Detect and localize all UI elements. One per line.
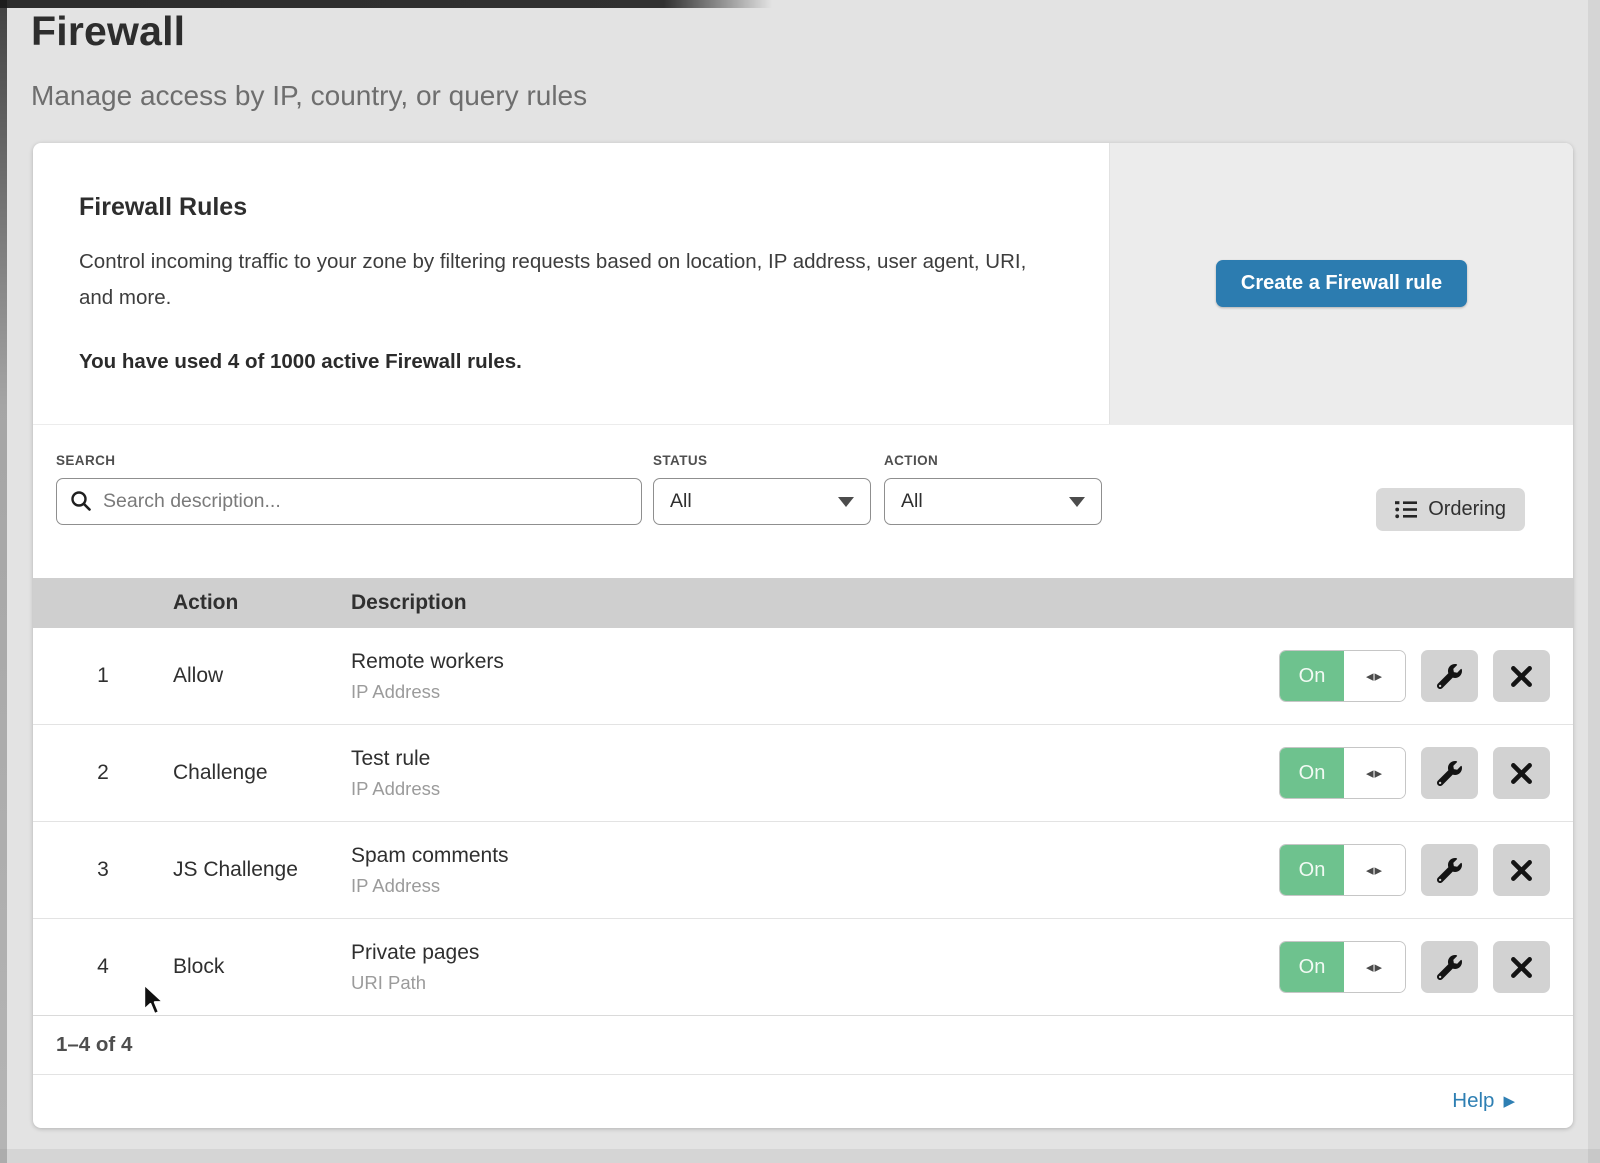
status-select[interactable]: All bbox=[653, 478, 871, 525]
usage-count: You have used 4 of 1000 active Firewall … bbox=[79, 350, 1069, 374]
toggle-on-label[interactable]: On bbox=[1280, 845, 1344, 895]
close-icon bbox=[1510, 956, 1533, 979]
rule-enabled-toggle[interactable]: On ◂▸ bbox=[1279, 844, 1406, 896]
window-edge-top bbox=[0, 0, 772, 8]
table-header: Action Description bbox=[33, 578, 1573, 628]
rules-list: 1 Allow Remote workers IP Address On ◂▸ bbox=[33, 628, 1573, 1016]
rule-enabled-toggle[interactable]: On ◂▸ bbox=[1279, 650, 1406, 702]
delete-rule-button[interactable] bbox=[1493, 844, 1550, 896]
search-icon bbox=[70, 490, 92, 512]
rule-description-cell: Spam comments IP Address bbox=[351, 844, 1279, 897]
page-subtitle: Manage access by IP, country, or query r… bbox=[31, 80, 587, 112]
table-row: 1 Allow Remote workers IP Address On ◂▸ bbox=[33, 628, 1573, 725]
window-edge-left bbox=[0, 0, 7, 1163]
rule-description-cell: Remote workers IP Address bbox=[351, 650, 1279, 703]
rule-match-type: IP Address bbox=[351, 778, 1279, 800]
rule-controls: On ◂▸ bbox=[1279, 650, 1550, 702]
search-label: SEARCH bbox=[56, 453, 642, 468]
wrench-icon bbox=[1437, 955, 1462, 980]
rule-controls: On ◂▸ bbox=[1279, 844, 1550, 896]
window-edge-right bbox=[1588, 0, 1600, 1163]
firewall-rules-card: Firewall Rules Control incoming traffic … bbox=[33, 143, 1573, 1128]
rule-description-cell: Test rule IP Address bbox=[351, 747, 1279, 800]
status-filter-group: STATUS All bbox=[653, 453, 871, 525]
toggle-arrows-icon[interactable]: ◂▸ bbox=[1344, 942, 1405, 992]
pagination-count: 1–4 of 4 bbox=[56, 1033, 132, 1057]
search-input[interactable] bbox=[56, 478, 642, 525]
section-description: Control incoming traffic to your zone by… bbox=[79, 244, 1029, 316]
wrench-icon bbox=[1437, 761, 1462, 786]
wrench-icon bbox=[1437, 664, 1462, 689]
action-select[interactable]: All bbox=[884, 478, 1102, 525]
toggle-arrows-icon[interactable]: ◂▸ bbox=[1344, 651, 1405, 701]
edit-rule-button[interactable] bbox=[1421, 650, 1478, 702]
rule-match-type: IP Address bbox=[351, 875, 1279, 897]
card-top-section: Firewall Rules Control incoming traffic … bbox=[33, 143, 1573, 425]
rule-controls: On ◂▸ bbox=[1279, 747, 1550, 799]
ordering-button-label: Ordering bbox=[1428, 498, 1506, 521]
rule-description: Test rule bbox=[351, 747, 1279, 771]
delete-rule-button[interactable] bbox=[1493, 650, 1550, 702]
toggle-arrows-icon[interactable]: ◂▸ bbox=[1344, 748, 1405, 798]
rule-description-cell: Private pages URI Path bbox=[351, 941, 1279, 994]
action-label: ACTION bbox=[884, 453, 1102, 468]
cta-panel: Create a Firewall rule bbox=[1109, 143, 1573, 424]
section-heading: Firewall Rules bbox=[79, 193, 1069, 222]
description-column-header: Description bbox=[351, 591, 1573, 615]
help-link-label: Help bbox=[1452, 1089, 1494, 1113]
rule-description: Spam comments bbox=[351, 844, 1279, 868]
rule-priority: 2 bbox=[33, 761, 173, 785]
toggle-arrows-icon[interactable]: ◂▸ bbox=[1344, 845, 1405, 895]
rule-enabled-toggle[interactable]: On ◂▸ bbox=[1279, 747, 1406, 799]
table-row: 2 Challenge Test rule IP Address On ◂▸ bbox=[33, 725, 1573, 822]
search-filter-group: SEARCH bbox=[56, 453, 642, 525]
intro-section: Firewall Rules Control incoming traffic … bbox=[33, 143, 1109, 424]
status-selected-value: All bbox=[670, 490, 692, 513]
rule-action: Challenge bbox=[173, 761, 351, 785]
status-label: STATUS bbox=[653, 453, 871, 468]
rule-priority: 1 bbox=[33, 664, 173, 688]
rule-action: Allow bbox=[173, 664, 351, 688]
page-title: Firewall bbox=[31, 8, 185, 55]
chevron-down-icon bbox=[1069, 497, 1085, 507]
toggle-on-label[interactable]: On bbox=[1280, 942, 1344, 992]
window-edge-bottom bbox=[0, 1149, 1600, 1163]
toggle-on-label[interactable]: On bbox=[1280, 651, 1344, 701]
edit-rule-button[interactable] bbox=[1421, 941, 1478, 993]
firewall-page: { "page": { "title": "Firewall", "subtit… bbox=[0, 0, 1600, 1163]
action-column-header: Action bbox=[173, 591, 351, 615]
rule-match-type: IP Address bbox=[351, 681, 1279, 703]
edit-rule-button[interactable] bbox=[1421, 747, 1478, 799]
toggle-on-label[interactable]: On bbox=[1280, 748, 1344, 798]
rule-priority: 3 bbox=[33, 858, 173, 882]
wrench-icon bbox=[1437, 858, 1462, 883]
create-firewall-rule-button[interactable]: Create a Firewall rule bbox=[1216, 260, 1467, 307]
edit-rule-button[interactable] bbox=[1421, 844, 1478, 896]
rule-controls: On ◂▸ bbox=[1279, 941, 1550, 993]
close-icon bbox=[1510, 859, 1533, 882]
rule-priority: 4 bbox=[33, 955, 173, 979]
help-arrow-icon: ▶ bbox=[1503, 1092, 1515, 1110]
chevron-down-icon bbox=[838, 497, 854, 507]
ordering-button[interactable]: Ordering bbox=[1376, 488, 1525, 531]
close-icon bbox=[1510, 762, 1533, 785]
action-filter-group: ACTION All bbox=[884, 453, 1102, 525]
table-row: 3 JS Challenge Spam comments IP Address … bbox=[33, 822, 1573, 919]
action-selected-value: All bbox=[901, 490, 923, 513]
rule-enabled-toggle[interactable]: On ◂▸ bbox=[1279, 941, 1406, 993]
close-icon bbox=[1510, 665, 1533, 688]
pagination-row: 1–4 of 4 bbox=[33, 1015, 1573, 1074]
rule-match-type: URI Path bbox=[351, 972, 1279, 994]
rule-description: Private pages bbox=[351, 941, 1279, 965]
rule-action: Block bbox=[173, 955, 351, 979]
ordered-list-icon bbox=[1395, 500, 1417, 519]
rule-action: JS Challenge bbox=[173, 858, 351, 882]
rule-description: Remote workers bbox=[351, 650, 1279, 674]
table-row: 4 Block Private pages URI Path On ◂▸ bbox=[33, 919, 1573, 1016]
delete-rule-button[interactable] bbox=[1493, 941, 1550, 993]
delete-rule-button[interactable] bbox=[1493, 747, 1550, 799]
filter-bar: SEARCH STATUS All ACTION All bbox=[33, 425, 1573, 578]
help-row: Help ▶ bbox=[33, 1074, 1573, 1127]
help-link[interactable]: Help ▶ bbox=[1452, 1089, 1515, 1113]
